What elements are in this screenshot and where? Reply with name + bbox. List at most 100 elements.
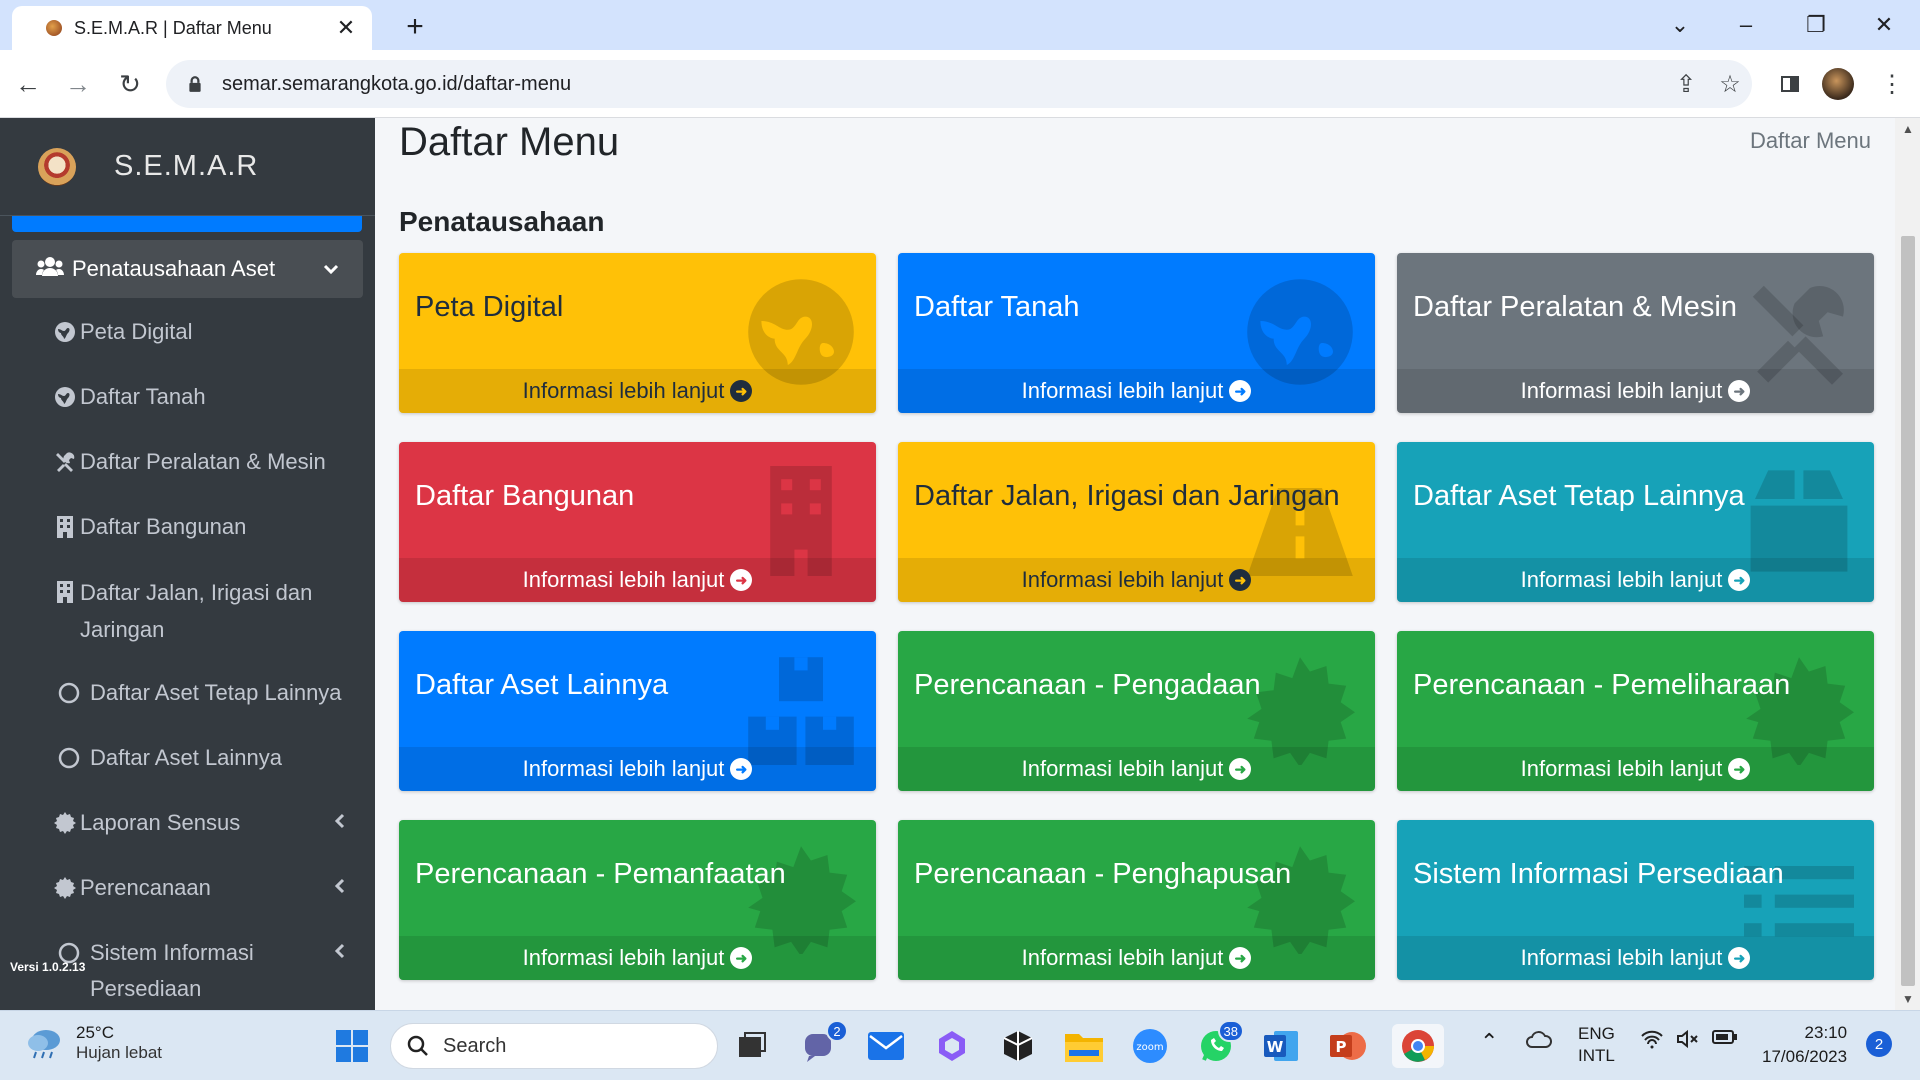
chrome-menu-icon[interactable]: ⋮	[1872, 64, 1912, 104]
language-indicator[interactable]: ENG INTL	[1578, 1023, 1615, 1067]
card-title: Perencanaan - Pengadaan	[914, 669, 1261, 701]
sidebar-item-label: Daftar Peralatan & Mesin	[80, 449, 326, 474]
card-more-info-link[interactable]: Informasi lebih lanjut ➜	[898, 369, 1375, 413]
lock-icon[interactable]	[186, 75, 204, 93]
sidebar-item-daftar-aset-tetap-lainnya[interactable]: Daftar Aset Tetap Lainnya	[0, 675, 375, 740]
url-text[interactable]: semar.semarangkota.go.id/daftar-menu	[222, 73, 1664, 96]
card-more-info-link[interactable]: Informasi lebih lanjut ➜	[399, 936, 876, 980]
card-daftar-aset-lainnya[interactable]: Daftar Aset Lainnya Informasi lebih lanj…	[399, 631, 876, 791]
side-panel-icon[interactable]	[1770, 64, 1810, 104]
card-daftar-tanah[interactable]: Daftar Tanah Informasi lebih lanjut ➜	[898, 253, 1375, 413]
taskbar-search[interactable]: Search	[390, 1023, 718, 1069]
forward-arrow-icon[interactable]: →	[58, 64, 98, 104]
powerpoint-icon[interactable]: P	[1326, 1024, 1370, 1068]
share-icon[interactable]: ⇪	[1664, 62, 1708, 106]
card-daftar-aset-tetap-lainnya[interactable]: Daftar Aset Tetap Lainnya Informasi lebi…	[1397, 442, 1874, 602]
file-explorer-icon[interactable]	[1062, 1024, 1106, 1068]
sidebar-item-perencanaan[interactable]: Perencanaan	[0, 870, 375, 935]
brand-link[interactable]: S.E.M.A.R	[0, 118, 375, 216]
profile-avatar[interactable]	[1822, 68, 1854, 100]
sidebar-item-label: Daftar Jalan, Irigasi dan Jaringan	[80, 580, 313, 642]
onedrive-cloud-icon[interactable]	[1526, 1029, 1552, 1054]
sidebar-item-daftar-aset-lainnya[interactable]: Daftar Aset Lainnya	[0, 740, 375, 805]
card-title: Sistem Informasi Persediaan	[1413, 858, 1784, 890]
system-clock[interactable]: 23:10 17/06/2023	[1762, 1021, 1847, 1069]
battery-icon[interactable]	[1712, 1029, 1738, 1050]
bookmark-star-icon[interactable]: ☆	[1708, 62, 1752, 106]
card-perencanaan-pemeliharaan[interactable]: Perencanaan - Pemeliharaan Informasi leb…	[1397, 631, 1874, 791]
sidebar-item-laporan-sensus[interactable]: Laporan Sensus	[0, 805, 375, 870]
card-daftar-peralatan-mesin[interactable]: Daftar Peralatan & Mesin Informasi lebih…	[1397, 253, 1874, 413]
scrollbar-thumb[interactable]	[1901, 236, 1915, 986]
card-more-info-link[interactable]: Informasi lebih lanjut ➜	[399, 747, 876, 791]
volume-muted-icon[interactable]	[1676, 1029, 1700, 1054]
scroll-up-arrow-icon[interactable]: ▲	[1901, 122, 1915, 136]
nav-group-penatausahaan-aset[interactable]: Penatausahaan Aset	[12, 240, 363, 298]
word-icon[interactable]: W	[1260, 1024, 1304, 1068]
chrome-icon[interactable]	[1392, 1024, 1444, 1068]
card-peta-digital[interactable]: Peta Digital Informasi lebih lanjut ➜	[399, 253, 876, 413]
more-info-text: Informasi lebih lanjut	[1021, 945, 1224, 970]
svg-text:W: W	[1267, 1038, 1284, 1056]
sidebar-item-daftar-peralatan-mesin[interactable]: Daftar Peralatan & Mesin	[0, 444, 375, 509]
sidebar-item-daftar-bangunan[interactable]: Daftar Bangunan	[0, 509, 375, 574]
main-content: Daftar Menu Daftar Menu Penatausahaan Pe…	[375, 118, 1895, 1010]
sidebar-item-daftar-jalan[interactable]: Daftar Jalan, Irigasi dan Jaringan	[0, 574, 375, 675]
card-more-info-link[interactable]: Informasi lebih lanjut ➜	[898, 747, 1375, 791]
card-more-info-link[interactable]: Informasi lebih lanjut ➜	[399, 369, 876, 413]
restore-icon[interactable]: ❐	[1786, 8, 1846, 42]
browser-tab[interactable]: S.E.M.A.R | Daftar Menu ✕	[12, 6, 372, 50]
notification-badge[interactable]: 2	[1866, 1031, 1892, 1057]
card-more-info-link[interactable]: Informasi lebih lanjut ➜	[1397, 369, 1874, 413]
teams-chat-icon[interactable]: 2	[798, 1020, 848, 1068]
close-tab-icon[interactable]: ✕	[334, 15, 358, 41]
chevron-left-icon	[334, 935, 355, 971]
whatsapp-icon[interactable]: 38	[1194, 1020, 1244, 1068]
sidebar-item-label: Daftar Bangunan	[80, 514, 247, 539]
building-icon	[50, 574, 80, 610]
card-perencanaan-penghapusan[interactable]: Perencanaan - Penghapusan Informasi lebi…	[898, 820, 1375, 980]
rain-cloud-icon	[28, 1030, 60, 1059]
card-perencanaan-pengadaan[interactable]: Perencanaan - Pengadaan Informasi lebih …	[898, 631, 1375, 791]
arrow-circle-right-icon: ➜	[730, 947, 753, 969]
card-daftar-bangunan[interactable]: Daftar Bangunan Informasi lebih lanjut ➜	[399, 442, 876, 602]
card-more-info-link[interactable]: Informasi lebih lanjut ➜	[1397, 936, 1874, 980]
task-view-icon[interactable]	[730, 1024, 774, 1068]
card-daftar-jalan-irigasi-jaringan[interactable]: Daftar Jalan, Irigasi dan Jaringan Infor…	[898, 442, 1375, 602]
globe-icon	[50, 314, 80, 350]
sidebar-item-peta-digital[interactable]: Peta Digital	[0, 314, 375, 379]
weather-widget[interactable]: 25°C Hujan lebat	[26, 1023, 162, 1063]
copilot-icon[interactable]	[930, 1024, 974, 1068]
tools-icon	[50, 444, 80, 480]
zoom-icon[interactable]: zoom	[1128, 1024, 1172, 1068]
sidebar-item-label: Daftar Aset Tetap Lainnya	[90, 680, 342, 705]
package-app-icon[interactable]	[996, 1024, 1040, 1068]
back-arrow-icon[interactable]: ←	[8, 64, 48, 104]
window-close-icon[interactable]: ✕	[1854, 8, 1914, 42]
minimize-icon[interactable]: –	[1716, 8, 1776, 42]
new-tab-button[interactable]: +	[396, 8, 434, 46]
scroll-down-arrow-icon[interactable]: ▼	[1901, 992, 1915, 1006]
sidebar: S.E.M.A.R Penatausahaan Aset Peta Digita…	[0, 118, 375, 1010]
card-more-info-link[interactable]: Informasi lebih lanjut ➜	[1397, 747, 1874, 791]
wifi-icon[interactable]	[1640, 1029, 1664, 1054]
reload-icon[interactable]: ↻	[110, 64, 150, 104]
arrow-circle-right-icon: ➜	[1728, 569, 1751, 591]
card-more-info-link[interactable]: Informasi lebih lanjut ➜	[898, 936, 1375, 980]
card-more-info-link[interactable]: Informasi lebih lanjut ➜	[1397, 558, 1874, 602]
card-title: Peta Digital	[415, 291, 564, 323]
card-more-info-link[interactable]: Informasi lebih lanjut ➜	[898, 558, 1375, 602]
tray-overflow-chevron-icon[interactable]: ⌃	[1480, 1029, 1498, 1055]
page-scrollbar[interactable]: ▲ ▼	[1895, 118, 1920, 1010]
card-perencanaan-pemanfaatan[interactable]: Perencanaan - Pemanfaatan Informasi lebi…	[399, 820, 876, 980]
card-title: Daftar Peralatan & Mesin	[1413, 291, 1737, 323]
address-bar[interactable]: semar.semarangkota.go.id/daftar-menu ⇪ ☆	[166, 60, 1752, 108]
card-more-info-link[interactable]: Informasi lebih lanjut ➜	[399, 558, 876, 602]
mail-icon[interactable]	[864, 1024, 908, 1068]
card-sistem-informasi-persediaan[interactable]: Sistem Informasi Persediaan Informasi le…	[1397, 820, 1874, 980]
card-title: Daftar Bangunan	[415, 480, 635, 512]
windows-start-icon[interactable]	[330, 1024, 374, 1068]
tab-search-chevron-icon[interactable]: ⌄	[1650, 8, 1710, 42]
sidebar-item-daftar-tanah[interactable]: Daftar Tanah	[0, 379, 375, 444]
arrow-circle-right-icon: ➜	[1229, 569, 1252, 591]
